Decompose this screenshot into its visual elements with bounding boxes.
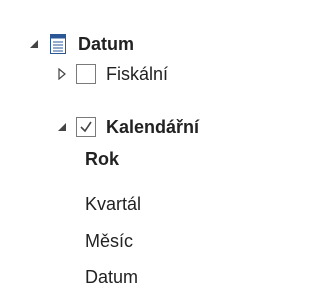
kalendarni-label: Kalendářní [106,117,200,137]
fiskalni-checkbox[interactable] [76,64,96,84]
field-list-panel: Datum Fiskální Kalendářní Rok Kvartál Mě… [0,0,323,302]
tree-node-kalendarni[interactable]: Kalendářní [56,113,199,141]
tree-node-datum-table[interactable]: Datum [28,30,134,58]
hierarchy-level-mesic[interactable]: Měsíc [85,227,133,255]
level-label: Datum [85,267,139,287]
hierarchy-level-datum[interactable]: Datum [85,263,138,291]
level-label: Měsíc [85,231,134,251]
caret-expanded-icon[interactable] [56,121,68,133]
fiskalni-label: Fiskální [106,64,169,84]
tree-node-fiskalni[interactable]: Fiskální [56,60,168,88]
level-label: Rok [85,149,120,169]
table-label: Datum [78,34,135,54]
kalendarni-checkbox[interactable] [76,117,96,137]
table-icon [50,34,66,54]
hierarchy-level-rok[interactable]: Rok [85,145,119,173]
level-label: Kvartál [85,194,142,214]
caret-expanded-icon[interactable] [28,38,40,50]
hierarchy-level-kvartal[interactable]: Kvartál [85,190,141,218]
caret-collapsed-icon[interactable] [56,68,68,80]
checkmark-icon [80,121,92,133]
